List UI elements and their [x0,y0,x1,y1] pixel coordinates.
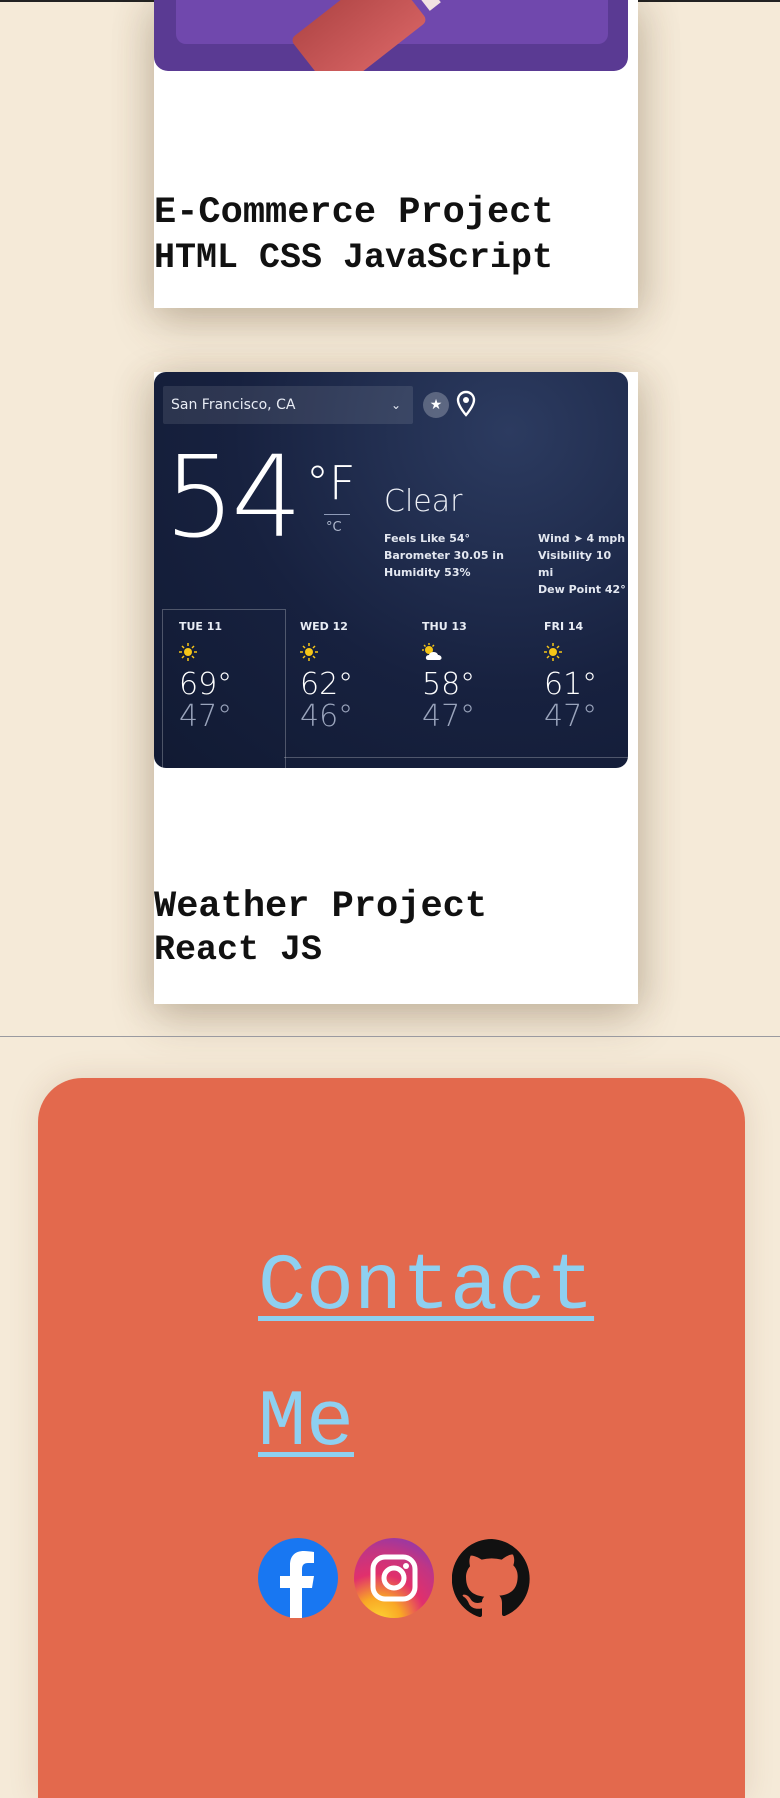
project-card-ecommerce[interactable]: E-Commerce Project HTML CSS JavaScript [154,0,638,308]
forecast-high: 58° [422,667,476,702]
partly-cloudy-icon [422,643,442,660]
project-title: Weather Project [154,886,488,928]
location-label: San Francisco, CA [171,397,296,413]
forecast-day: FRI 14 61° 47° [544,620,628,733]
forecast-low: 47° [544,699,598,734]
detail-feels-like: Feels Like 54° [384,532,471,545]
project-card-weather[interactable]: San Francisco, CA ⌄ ★ 54 °F °C Clear Fee… [154,372,638,1004]
detail-dew-point: Dew Point 42° [538,583,626,596]
forecast-low: 47° [422,699,476,734]
project-screenshot-weather: San Francisco, CA ⌄ ★ 54 °F °C Clear Fee… [154,372,628,768]
project-title: E-Commerce Project [154,192,554,234]
forecast-day: TUE 11 69° 47° [179,620,279,733]
forecast-day-name: THU 13 [422,620,467,633]
github-icon[interactable] [452,1538,532,1618]
forecast-low: 47° [179,699,233,734]
forecast-high: 62° [300,667,354,702]
instagram-icon[interactable] [354,1538,434,1618]
project-tech: React JS [154,930,323,970]
favorite-star-icon: ★ [423,392,449,418]
sun-icon [179,643,197,661]
sun-icon [300,643,318,661]
details-right: Wind ➤ 4 mph Visibility 10 mi Dew Point … [538,530,628,598]
forecast-day-name: WED 12 [300,620,348,633]
forecast-day: THU 13 58° 47° [422,620,522,733]
condition: Clear [384,484,463,519]
details-left: Feels Like 54° Barometer 30.05 in Humidi… [384,530,504,581]
facebook-icon[interactable] [258,1538,338,1618]
unit-divider [324,514,350,515]
contact-me-link[interactable]: Contact Me [258,1220,678,1492]
forecast-day-name: FRI 14 [544,620,584,633]
project-screenshot-ecommerce [154,0,628,71]
forecast-low: 46° [300,699,354,734]
forecast-divider [284,757,628,758]
forecast-day: WED 12 62° 46° [300,620,400,733]
location-select: San Francisco, CA ⌄ [163,386,413,424]
section-divider [0,1036,780,1037]
forecast-high: 61° [544,667,598,702]
sun-icon [544,643,562,661]
forecast-high: 69° [179,667,233,702]
temperature: 54 [164,433,303,563]
project-tech: HTML CSS JavaScript [154,238,554,278]
detail-visibility: Visibility 10 mi [538,549,612,579]
detail-wind: Wind ➤ 4 mph [538,532,626,545]
detail-humidity: Humidity 53% [384,566,471,579]
chevron-down-icon: ⌄ [390,398,401,412]
unit-celsius: °C [326,520,342,535]
detail-barometer: Barometer 30.05 in [384,549,504,562]
location-pin-icon [456,390,476,417]
forecast-day-name: TUE 11 [179,620,223,633]
contact-section: Contact Me [38,1078,745,1798]
unit-fahrenheit: °F [306,456,356,510]
